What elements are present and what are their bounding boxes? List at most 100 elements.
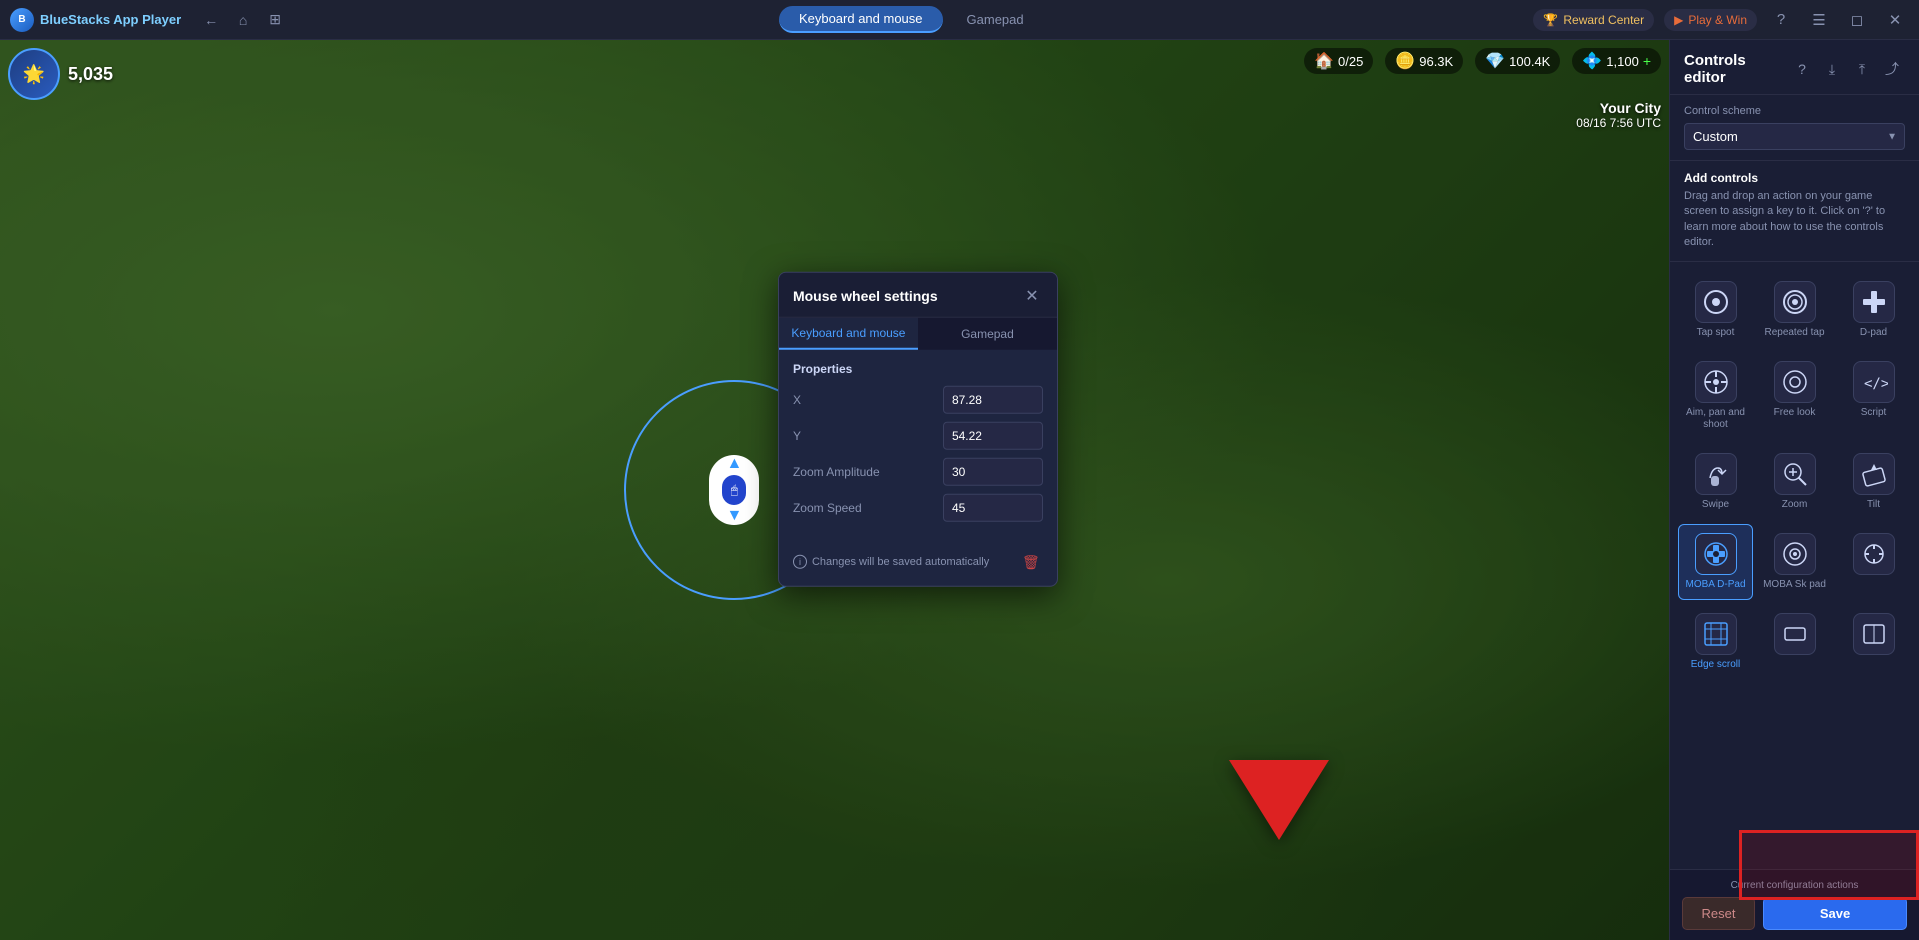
scheme-select-wrapper: Custom ▼ xyxy=(1684,123,1905,150)
gems-count: 100.4K xyxy=(1509,54,1550,69)
tilt-icon xyxy=(1853,453,1895,495)
back-button[interactable]: ← xyxy=(197,6,225,34)
gems-icon: 💎 xyxy=(1485,51,1505,71)
control-script[interactable]: </> Script xyxy=(1836,352,1911,440)
city-info: Your City 08/16 7:56 UTC xyxy=(1576,100,1661,130)
logo-icon: B xyxy=(10,8,34,32)
gamepad-tab[interactable]: Gamepad xyxy=(947,6,1044,33)
scheme-select[interactable]: Custom xyxy=(1684,123,1905,150)
zoom-down-arrow: ▼ xyxy=(726,507,742,525)
play-win-label: Play & Win xyxy=(1688,13,1747,27)
dialog-close-button[interactable]: ✕ xyxy=(1021,285,1043,307)
keyboard-mouse-tab[interactable]: Keyboard and mouse xyxy=(779,6,943,33)
plus-icon: + xyxy=(1643,53,1651,69)
crystals-count: 1,100 xyxy=(1606,54,1639,69)
y-input[interactable] xyxy=(943,422,1043,450)
game-hud-left: 🌟 5,035 xyxy=(8,48,113,100)
control-zoom[interactable]: Zoom xyxy=(1757,444,1832,520)
control-item-14[interactable] xyxy=(1757,604,1832,680)
scheme-label: Control scheme xyxy=(1684,105,1905,117)
city-name: Your City xyxy=(1576,100,1661,116)
sidebar-help-button[interactable]: ? xyxy=(1789,56,1815,82)
edge-scroll-label: Edge scroll xyxy=(1691,659,1740,671)
moba-dpad-label: MOBA D-Pad xyxy=(1685,579,1745,591)
x-row: X xyxy=(793,386,1043,414)
auto-save-text: Changes will be saved automatically xyxy=(812,556,989,568)
crystals-icon: 💠 xyxy=(1582,51,1602,71)
save-button[interactable]: Save xyxy=(1763,897,1907,930)
dialog-body: Properties X Y Zoom Amplitude Zoom S xyxy=(779,350,1057,542)
zoom-amplitude-input[interactable] xyxy=(943,458,1043,486)
zoom-amplitude-label: Zoom Amplitude xyxy=(793,465,880,479)
delete-button[interactable]: 🗑 xyxy=(1019,550,1043,574)
home-button[interactable]: ⌂ xyxy=(229,6,257,34)
reward-label: Reward Center xyxy=(1563,13,1644,27)
sidebar-footer: Current configuration actions Reset Save xyxy=(1670,869,1919,940)
apps-button[interactable]: ⊞ xyxy=(261,6,289,34)
menu-button[interactable]: ☰ xyxy=(1805,6,1833,34)
dialog-title: Mouse wheel settings xyxy=(793,288,938,304)
close-button[interactable]: ✕ xyxy=(1881,6,1909,34)
control-edge-scroll[interactable]: Edge scroll xyxy=(1678,604,1753,680)
mouse-wheel-settings-dialog: Mouse wheel settings ✕ Keyboard and mous… xyxy=(778,272,1058,587)
reward-center-button[interactable]: 🏆 Reward Center xyxy=(1533,9,1654,31)
app-logo: B BlueStacks App Player xyxy=(10,8,181,32)
player-avatar: 🌟 xyxy=(8,48,60,100)
info-icon: i xyxy=(793,555,807,569)
zoom-speed-input[interactable] xyxy=(943,494,1043,522)
control-tap-spot[interactable]: Tap spot xyxy=(1678,272,1753,348)
sidebar-import-button[interactable]: ⤓ xyxy=(1819,56,1845,82)
zoom-amplitude-row: Zoom Amplitude xyxy=(793,458,1043,486)
gold-count: 96.3K xyxy=(1419,54,1453,69)
city-date: 08/16 7:56 UTC xyxy=(1576,116,1661,130)
control-moba-dpad[interactable]: MOBA D-Pad xyxy=(1678,524,1753,600)
sidebar-export-button[interactable]: ⤒ xyxy=(1849,56,1875,82)
control-dpad[interactable]: D-pad xyxy=(1836,272,1911,348)
sidebar-header-icons: ? ⤓ ⤒ ⤴ xyxy=(1789,56,1905,82)
edge-scroll-icon xyxy=(1695,613,1737,655)
control-repeated-tap[interactable]: Repeated tap xyxy=(1757,272,1832,348)
script-icon: </> xyxy=(1853,361,1895,403)
sidebar-header: Controls editor ? ⤓ ⤒ ⤴ xyxy=(1670,40,1919,95)
help-button[interactable]: ? xyxy=(1767,6,1795,34)
restore-button[interactable]: ◻ xyxy=(1843,6,1871,34)
sidebar-share-button[interactable]: ⤴ xyxy=(1879,56,1905,82)
dialog-footer: i Changes will be saved automatically 🗑 xyxy=(779,542,1057,586)
control-free-look[interactable]: Free look xyxy=(1757,352,1832,440)
aim-pan-shoot-icon xyxy=(1695,361,1737,403)
control-swipe[interactable]: Swipe xyxy=(1678,444,1753,520)
free-look-icon xyxy=(1774,361,1816,403)
reset-button[interactable]: Reset xyxy=(1682,897,1755,930)
control-tilt[interactable]: Tilt xyxy=(1836,444,1911,520)
play-win-button[interactable]: ▶ Play & Win xyxy=(1664,9,1757,31)
add-controls-desc: Drag and drop an action on your game scr… xyxy=(1684,189,1905,251)
control-aim-pan-shoot[interactable]: Aim, pan and shoot xyxy=(1678,352,1753,440)
house-resource: 🏠 0/25 xyxy=(1304,48,1373,74)
gold-resource: 🪙 96.3K xyxy=(1385,48,1463,74)
nav-buttons: ← ⌂ ⊞ xyxy=(197,6,289,34)
game-hud-right: 🏠 0/25 🪙 96.3K 💎 100.4K 💠 1,100 + xyxy=(1304,48,1661,74)
svg-text:</>: </> xyxy=(1864,376,1888,392)
swipe-label: Swipe xyxy=(1702,499,1729,511)
crystals-resource: 💠 1,100 + xyxy=(1572,48,1661,74)
tilt-label: Tilt xyxy=(1867,499,1880,511)
aim-pan-shoot-label: Aim, pan and shoot xyxy=(1683,407,1748,431)
auto-save-note: i Changes will be saved automatically xyxy=(793,555,989,569)
script-label: Script xyxy=(1861,407,1887,419)
game-area: 🌟 5,035 🏠 0/25 🪙 96.3K 💎 100.4K 💠 1,100 … xyxy=(0,40,1669,940)
add-controls-title: Add controls xyxy=(1684,171,1905,185)
free-look-label: Free look xyxy=(1774,407,1816,419)
gold-icon: 🪙 xyxy=(1395,51,1415,71)
x-input[interactable] xyxy=(943,386,1043,414)
control-moba-skpad[interactable]: MOBA Sk pad xyxy=(1757,524,1832,600)
top-bar: B BlueStacks App Player ← ⌂ ⊞ Keyboard a… xyxy=(0,0,1919,40)
play-icon: ▶ xyxy=(1674,13,1683,27)
control-fire[interactable] xyxy=(1836,524,1911,600)
dialog-gamepad-tab[interactable]: Gamepad xyxy=(918,318,1057,350)
dpad-label: D-pad xyxy=(1860,327,1887,339)
dialog-keyboard-tab[interactable]: Keyboard and mouse xyxy=(779,318,918,350)
tap-spot-label: Tap spot xyxy=(1697,327,1735,339)
footer-actions: Reset Save xyxy=(1682,897,1907,930)
properties-label: Properties xyxy=(793,362,1043,376)
control-item-15[interactable] xyxy=(1836,604,1911,680)
